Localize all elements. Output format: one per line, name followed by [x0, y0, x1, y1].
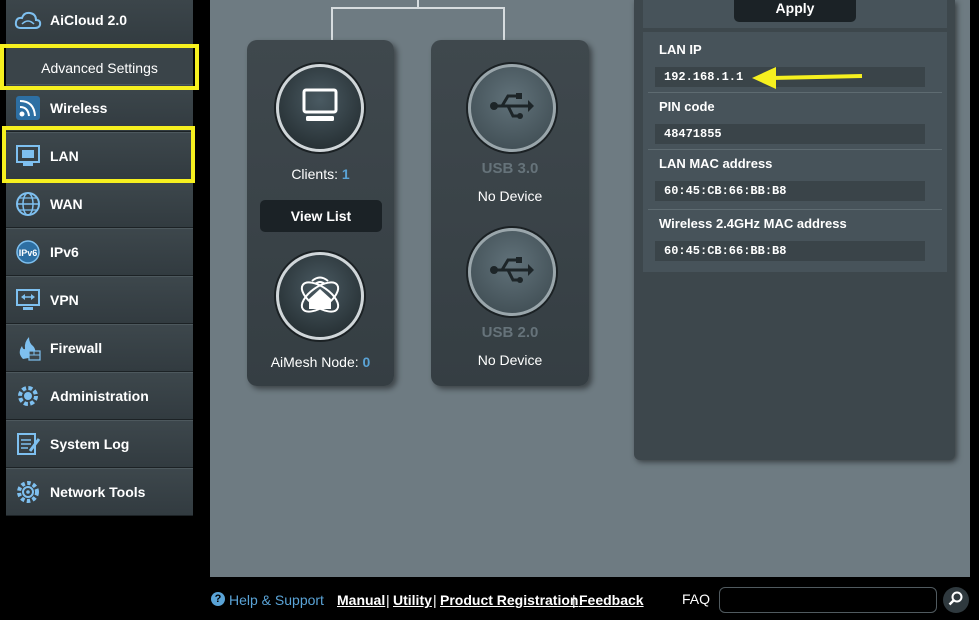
usb2-button[interactable] [468, 228, 556, 316]
sidebar-item-label: Administration [50, 388, 149, 404]
usb-icon [490, 255, 534, 290]
sidebar: AiCloud 2.0 Advanced Settings Wireless L… [6, 0, 193, 517]
sidebar-item-label: Firewall [50, 340, 103, 356]
faq-search-input[interactable] [719, 587, 937, 613]
pin-code-label: PIN code [659, 99, 715, 114]
aimesh-button[interactable] [276, 252, 364, 340]
view-list-button[interactable]: View List [260, 200, 382, 232]
lan-icon [14, 142, 42, 170]
apply-button[interactable]: Apply [734, 0, 856, 22]
usb3-button[interactable] [468, 64, 556, 152]
globe-icon [14, 190, 42, 218]
sidebar-item-label: VPN [50, 292, 79, 308]
usb-panel: USB 3.0 No Device USB 2.0 No Device [431, 40, 589, 386]
aimesh-count[interactable]: 0 [363, 354, 371, 370]
lan-mac-label: LAN MAC address [659, 156, 773, 171]
lan-mac-value: 60:45:CB:66:BB:B8 [655, 181, 925, 201]
usb2-status: No Device [477, 352, 543, 368]
ipv6-icon: IPv6 [14, 238, 42, 266]
sidebar-item-label: WAN [50, 196, 83, 212]
sidebar-item-wan[interactable]: WAN [6, 180, 193, 228]
advanced-settings-header: Advanced Settings [6, 48, 193, 88]
separator: | [433, 592, 437, 608]
sidebar-item-administration[interactable]: Administration [6, 372, 193, 420]
network-tools-icon [14, 478, 42, 506]
wireless-mac-label: Wireless 2.4GHz MAC address [659, 216, 847, 231]
sidebar-item-lan[interactable]: LAN [6, 132, 193, 180]
faq-search-button[interactable] [943, 587, 969, 613]
divider [648, 149, 942, 150]
clients-panel: Clients: 1 View List AiMesh Node: 0 [247, 40, 394, 386]
search-icon [948, 590, 964, 611]
wireless-mac-value: 60:45:CB:66:BB:B8 [655, 241, 925, 261]
sidebar-item-system-log[interactable]: System Log [6, 420, 193, 468]
usb2-label: USB 2.0 [481, 324, 539, 341]
lan-ip-label: LAN IP [659, 42, 702, 57]
sidebar-item-label: System Log [50, 436, 130, 452]
product-registration-link[interactable]: Product Registration [440, 592, 578, 608]
sidebar-item-vpn[interactable]: VPN [6, 276, 193, 324]
wireless-icon [14, 94, 42, 122]
clients-status: Clients: 1 [247, 166, 394, 182]
pin-code-value: 48471855 [655, 124, 925, 144]
separator: | [572, 592, 576, 608]
administration-gear-icon [14, 382, 42, 410]
clients-button[interactable] [276, 64, 364, 152]
sidebar-item-network-tools[interactable]: Network Tools [6, 468, 193, 516]
aimesh-status: AiMesh Node: 0 [247, 354, 394, 370]
sidebar-item-ipv6[interactable]: IPv6 IPv6 [6, 228, 193, 276]
divider [648, 209, 942, 210]
help-icon: ? [211, 592, 225, 606]
svg-text:IPv6: IPv6 [19, 248, 38, 258]
cloud-icon [14, 6, 42, 34]
firewall-icon [14, 334, 42, 362]
sidebar-item-label: IPv6 [50, 244, 79, 260]
utility-link[interactable]: Utility [393, 592, 432, 608]
divider [648, 92, 942, 93]
vpn-icon [14, 286, 42, 314]
sidebar-item-label: LAN [50, 148, 79, 164]
help-support-link[interactable]: Help & Support [229, 592, 324, 608]
topology-connector [331, 0, 505, 42]
feedback-link[interactable]: Feedback [579, 592, 644, 608]
sidebar-item-label: Wireless [50, 100, 108, 116]
sidebar-item-aicloud[interactable]: AiCloud 2.0 [6, 0, 193, 48]
monitor-icon [298, 86, 342, 131]
faq-label: FAQ [682, 591, 711, 607]
sidebar-item-wireless[interactable]: Wireless [6, 84, 193, 132]
sidebar-item-label: AiCloud 2.0 [50, 12, 128, 28]
usb3-status: No Device [477, 188, 543, 204]
separator: | [386, 592, 390, 608]
sidebar-item-label: Network Tools [50, 484, 146, 500]
manual-link[interactable]: Manual [337, 592, 385, 608]
aimesh-label: AiMesh Node: [270, 354, 359, 370]
apply-row: Apply [643, 0, 947, 28]
system-log-icon [14, 430, 42, 458]
clients-count[interactable]: 1 [342, 166, 350, 182]
usb-icon [490, 91, 534, 126]
sidebar-item-firewall[interactable]: Firewall [6, 324, 193, 372]
arrow-annotation [752, 67, 863, 89]
usb3-label: USB 3.0 [481, 160, 539, 177]
aimesh-icon [293, 267, 347, 326]
clients-label: Clients: [291, 166, 338, 182]
